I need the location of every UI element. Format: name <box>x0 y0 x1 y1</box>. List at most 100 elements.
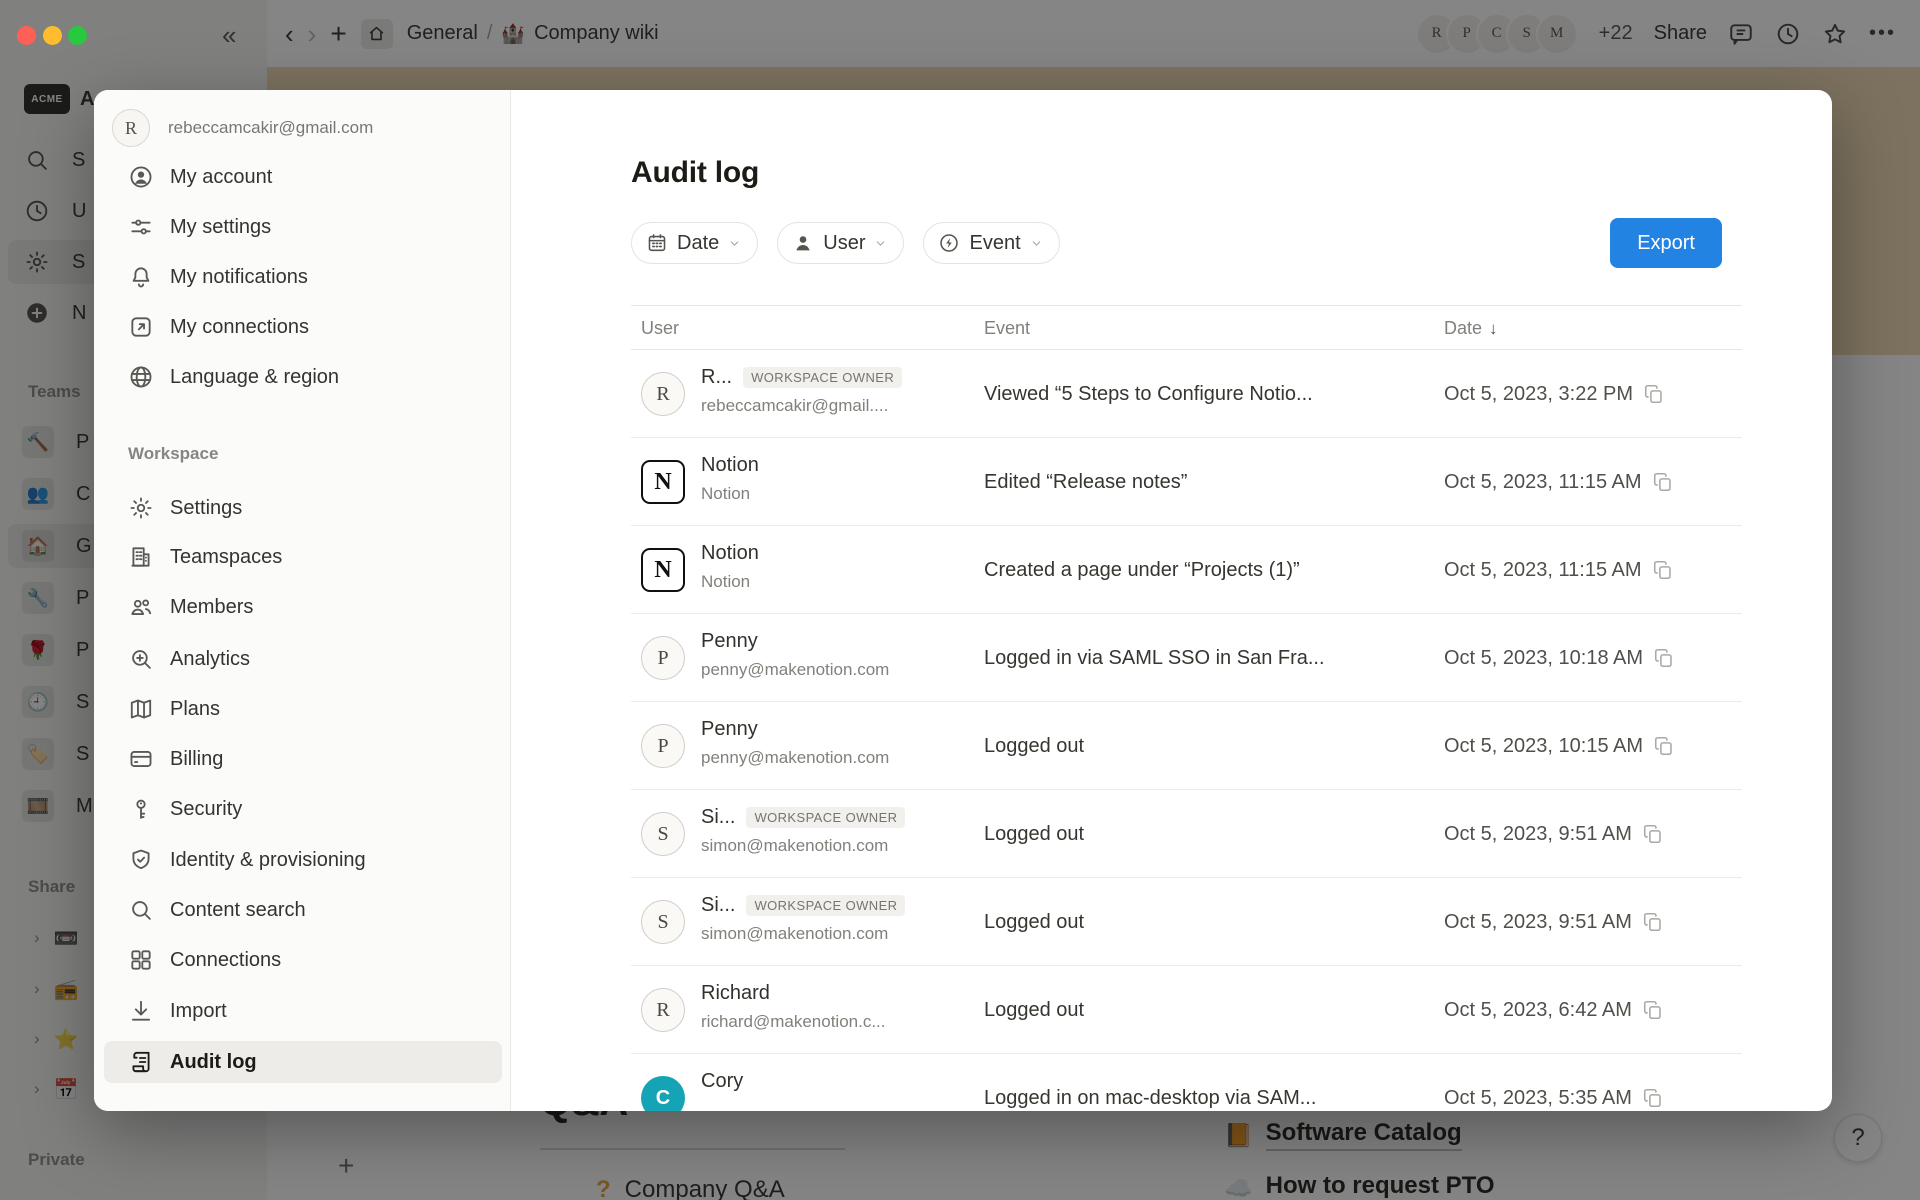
chevron-down-icon <box>874 237 887 250</box>
user-email: rebeccamcakir@gmail.... <box>701 396 971 416</box>
user-avatar: P <box>641 636 685 680</box>
user-email: simon@makenotion.com <box>701 924 971 944</box>
event-cell: Logged out <box>984 878 1432 966</box>
workspace-owner-badge: WORKSPACE OWNER <box>746 895 905 916</box>
date-cell: Oct 5, 2023, 9:51 AM <box>1444 878 1742 966</box>
search-icon <box>128 897 154 923</box>
settings-nav: R rebeccamcakir@gmail.com Workspace My a… <box>94 90 511 1111</box>
settings-nav-item-plans[interactable]: Plans <box>104 688 502 730</box>
user-email: Notion <box>701 484 971 504</box>
extlink-icon <box>128 314 154 340</box>
user-cell: Si...WORKSPACE OWNERsimon@makenotion.com <box>701 890 971 944</box>
user-name: Cory <box>701 1070 743 1093</box>
copy-icon[interactable] <box>1652 559 1674 581</box>
user-cell: R...WORKSPACE OWNERrebeccamcakir@gmail..… <box>701 362 971 416</box>
settings-nav-item-language-region[interactable]: Language & region <box>104 356 502 398</box>
page-title: Audit log <box>631 156 759 190</box>
chevron-down-icon <box>728 237 741 250</box>
user-email: Notion <box>701 572 971 592</box>
settings-nav-item-import[interactable]: Import <box>104 990 502 1032</box>
settings-nav-item-teamspaces[interactable]: Teamspaces <box>104 536 502 578</box>
user-name: Penny <box>701 718 758 741</box>
user-avatar: N <box>641 548 685 592</box>
event-cell: Viewed “5 Steps to Configure Notio... <box>984 350 1432 438</box>
settings-nav-item-audit-log[interactable]: Audit log <box>104 1041 502 1083</box>
members-icon <box>128 594 154 620</box>
account-avatar: R <box>112 109 150 147</box>
date-cell: Oct 5, 2023, 11:15 AM <box>1444 438 1742 526</box>
settings-nav-item-my-account[interactable]: My account <box>104 156 502 198</box>
event-timestamp: Oct 5, 2023, 10:18 AM <box>1444 647 1643 670</box>
account-email: rebeccamcakir@gmail.com <box>168 118 373 138</box>
event-cell: Logged in via SAML SSO in San Fra... <box>984 614 1432 702</box>
settings-nav-item-identity-provisioning[interactable]: Identity & provisioning <box>104 839 502 881</box>
event-cell: Edited “Release notes” <box>984 438 1432 526</box>
event-timestamp: Oct 5, 2023, 6:42 AM <box>1444 999 1632 1022</box>
copy-icon[interactable] <box>1653 647 1675 669</box>
account-email-row: R rebeccamcakir@gmail.com <box>104 106 502 150</box>
copy-icon[interactable] <box>1642 1087 1664 1109</box>
event-timestamp: Oct 5, 2023, 11:15 AM <box>1444 559 1642 582</box>
user-avatar: S <box>641 812 685 856</box>
audit-log-row: P Pennypenny@makenotion.comLogged in via … <box>631 614 1742 702</box>
copy-icon[interactable] <box>1652 471 1674 493</box>
user-email: richard@makenotion.c... <box>701 1012 971 1032</box>
event-timestamp: Oct 5, 2023, 10:15 AM <box>1444 735 1643 758</box>
filter-pill-user[interactable]: User <box>777 222 904 264</box>
user-avatar: R <box>641 988 685 1032</box>
user-email: simon@makenotion.com <box>701 836 971 856</box>
window-close-button[interactable] <box>17 26 36 45</box>
settings-nav-item-analytics[interactable]: Analytics <box>104 638 502 680</box>
audit-log-row: N Notion Notion Edited “Release notes”Oct 5… <box>631 438 1742 526</box>
copy-icon[interactable] <box>1643 383 1665 405</box>
filter-pill-event[interactable]: Event <box>923 222 1059 264</box>
settings-nav-item-security[interactable]: Security <box>104 788 502 830</box>
settings-nav-item-members[interactable]: Members <box>104 586 502 628</box>
settings-modal: R rebeccamcakir@gmail.com Workspace My a… <box>94 90 1832 1111</box>
event-timestamp: Oct 5, 2023, 3:22 PM <box>1444 383 1633 406</box>
date-cell: Oct 5, 2023, 10:18 AM <box>1444 614 1742 702</box>
settings-nav-item-settings[interactable]: Settings <box>104 487 502 529</box>
settings-nav-item-connections[interactable]: Connections <box>104 939 502 981</box>
column-header-user: User <box>641 306 679 351</box>
settings-nav-item-my-connections[interactable]: My connections <box>104 306 502 348</box>
settings-nav-item-my-settings[interactable]: My settings <box>104 206 502 248</box>
column-header-date[interactable]: Date↓ <box>1444 306 1498 351</box>
card-icon <box>128 746 154 772</box>
export-button[interactable]: Export <box>1610 218 1722 268</box>
sort-desc-icon: ↓ <box>1489 319 1498 339</box>
event-cell: Created a page under “Projects (1)” <box>984 526 1432 614</box>
settings-nav-item-my-notifications[interactable]: My notifications <box>104 256 502 298</box>
date-cell: Oct 5, 2023, 6:42 AM <box>1444 966 1742 1054</box>
notion-app: ACMEASUSNTeams🔨P👥C🏠G🔧P🌹P🕘S🏷️S🎞️MShare›📼›… <box>0 0 1920 1200</box>
settings-nav-item-content-search[interactable]: Content search <box>104 889 502 931</box>
user-avatar: N <box>641 460 685 504</box>
settings-nav-item-billing[interactable]: Billing <box>104 738 502 780</box>
event-timestamp: Oct 5, 2023, 5:35 AM <box>1444 1087 1632 1110</box>
user-name: Penny <box>701 630 758 653</box>
user-cell: Notion Notion <box>701 450 971 504</box>
key-icon <box>128 796 154 822</box>
sliders-icon <box>128 214 154 240</box>
audit-log-row: RR...WORKSPACE OWNERrebeccamcakir@gmail.… <box>631 350 1742 438</box>
grid-icon <box>128 947 154 973</box>
audit-log-row: SSi...WORKSPACE OWNERsimon@makenotion.co… <box>631 878 1742 966</box>
copy-icon[interactable] <box>1653 735 1675 757</box>
copy-icon[interactable] <box>1642 999 1664 1021</box>
user-cell: NotionNotion <box>701 538 971 592</box>
user-cell: Pennypenny@makenotion.com <box>701 626 971 680</box>
building-icon <box>128 544 154 570</box>
copy-icon[interactable] <box>1642 911 1664 933</box>
audit-log-row: RRichardrichard@makenotion.c...Logged ou… <box>631 966 1742 1054</box>
user-name: Notion <box>701 454 759 477</box>
shield-icon <box>128 847 154 873</box>
window-minimize-button[interactable] <box>43 26 62 45</box>
copy-icon[interactable] <box>1642 823 1664 845</box>
analytics-icon <box>128 646 154 672</box>
workspace-owner-badge: WORKSPACE OWNER <box>743 367 902 388</box>
user-avatar: S <box>641 900 685 944</box>
audit-log-panel: Audit log DateUserEvent Export User Even… <box>511 90 1832 1111</box>
filter-pill-date[interactable]: Date <box>631 222 758 264</box>
window-zoom-button[interactable] <box>68 26 87 45</box>
map-icon <box>128 696 154 722</box>
